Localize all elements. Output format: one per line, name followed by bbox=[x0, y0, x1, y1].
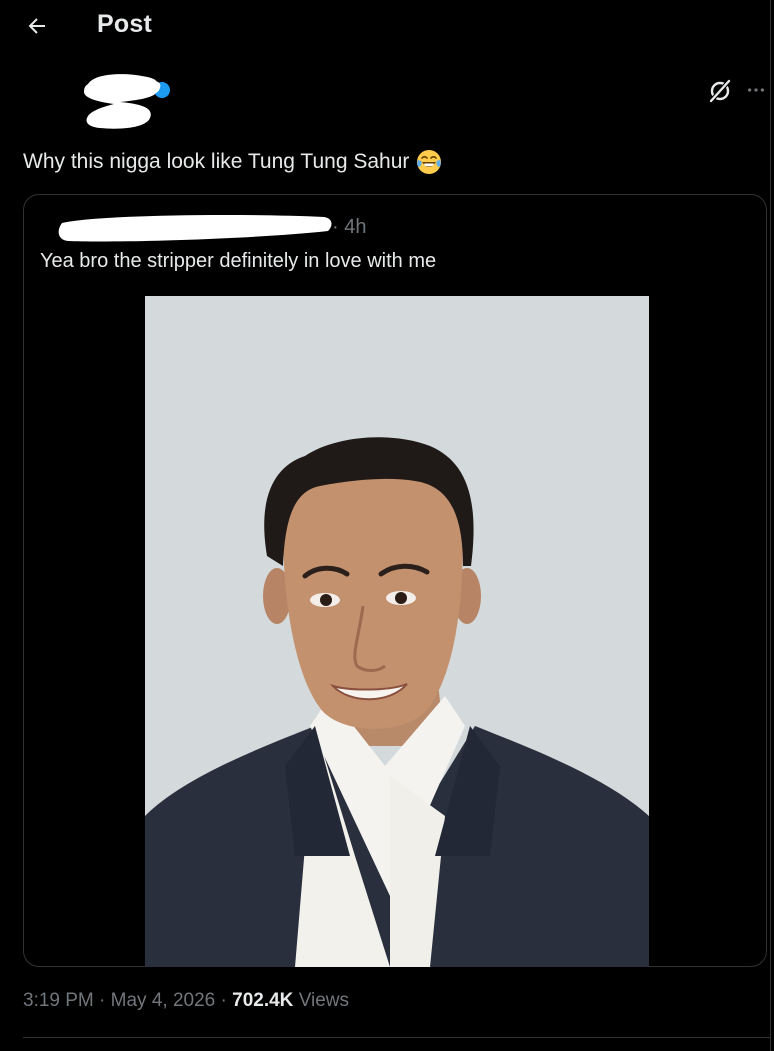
views-label: Views bbox=[298, 990, 350, 1011]
top-bar: Post bbox=[0, 0, 770, 52]
back-button[interactable] bbox=[20, 9, 54, 43]
views-count[interactable]: 702.4K bbox=[232, 990, 293, 1011]
page-title: Post bbox=[97, 10, 152, 38]
quoted-post-card[interactable]: · 4h Yea bro the stripper definitely in … bbox=[23, 194, 767, 967]
column-divider bbox=[770, 0, 771, 1051]
post-meta: 3:19 PM · May 4, 2026 · 702.4K Views bbox=[23, 990, 349, 1012]
grok-icon bbox=[708, 78, 732, 104]
quoted-author-redaction bbox=[58, 215, 332, 242]
post-text: Why this nigga look like Tung Tung Sahur bbox=[23, 148, 443, 176]
meta-separator: · bbox=[99, 990, 106, 1011]
quoted-post-text: Yea bro the stripper definitely in love … bbox=[40, 250, 437, 272]
meta-separator: · bbox=[220, 990, 227, 1011]
post-time[interactable]: 3:19 PM bbox=[23, 990, 94, 1011]
more-button[interactable] bbox=[744, 78, 768, 102]
divider bbox=[23, 1037, 770, 1038]
more-horizontal-icon bbox=[747, 88, 765, 92]
quoted-post-time: · 4h bbox=[332, 216, 367, 238]
grok-button[interactable] bbox=[704, 76, 736, 106]
arrow-left-icon bbox=[28, 18, 45, 34]
quoted-post-photo[interactable] bbox=[145, 296, 649, 967]
post-text-content: Why this nigga look like Tung Tung Sahur bbox=[23, 150, 410, 173]
face-with-tears-of-joy-icon bbox=[417, 150, 442, 174]
post-date[interactable]: May 4, 2026 bbox=[111, 990, 216, 1011]
portrait-photo bbox=[145, 296, 649, 967]
avatar-redaction bbox=[84, 74, 170, 129]
